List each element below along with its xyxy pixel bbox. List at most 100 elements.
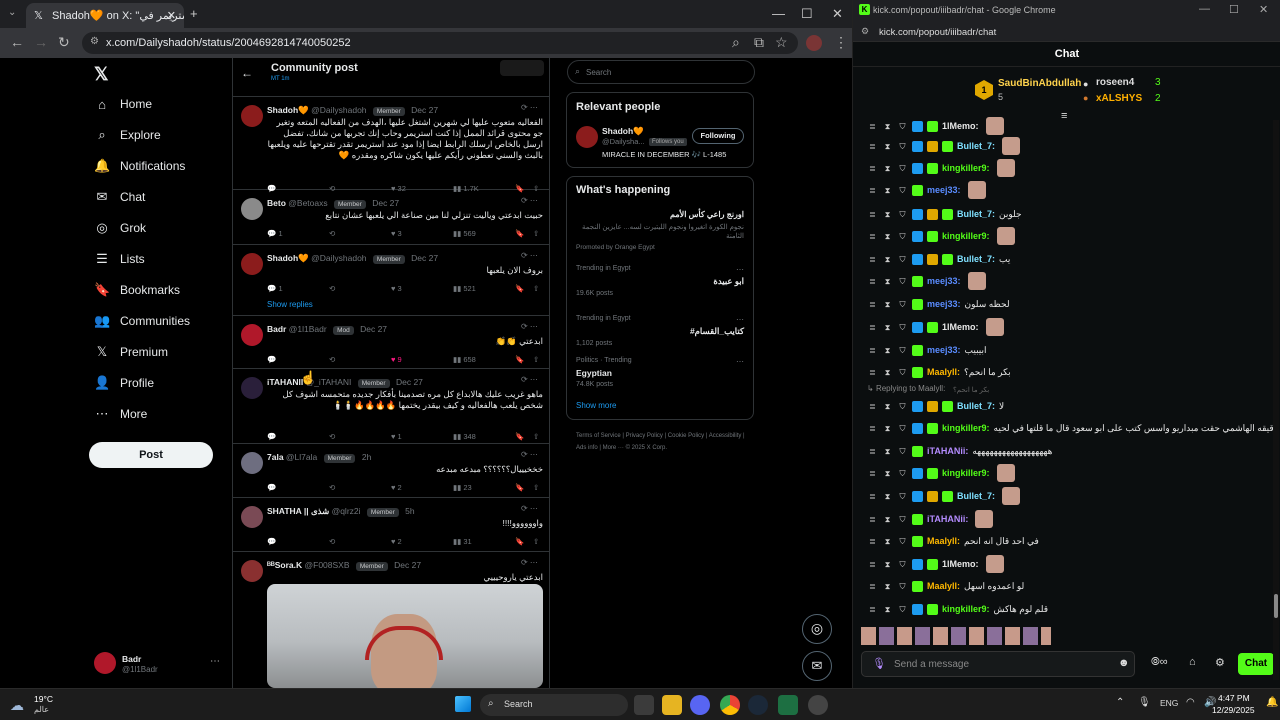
maximize-button[interactable]: ☐ <box>1229 3 1239 16</box>
reply-icon[interactable]: 💬 <box>267 355 276 364</box>
post-avatar[interactable] <box>241 198 263 220</box>
post-date[interactable]: Dec 27 <box>396 377 423 387</box>
minimize-button[interactable]: — <box>1199 3 1210 15</box>
bookmark-icon[interactable]: 🔖 <box>515 537 524 546</box>
star-icon[interactable]: ☆ <box>775 34 788 51</box>
share-icon[interactable]: ⇧ <box>533 284 539 293</box>
chat-scrollbar[interactable] <box>1273 120 1279 680</box>
post-author[interactable]: Shadoh🧡 <box>267 253 309 263</box>
timeout-icon[interactable]: ⧗ <box>882 163 893 174</box>
chat-username[interactable]: meej33: <box>927 345 961 355</box>
chat-message[interactable]: ≣ ⧗ ⛉ kingkiller9: <box>867 158 1015 178</box>
shield-icon[interactable]: ⛉ <box>897 604 908 615</box>
like-icon[interactable]: ♥ 9 <box>391 355 402 364</box>
timeout-icon[interactable]: ⧗ <box>882 299 893 310</box>
chat-message[interactable]: ≣ ⧗ ⛉ kingkiller9: <box>867 463 1015 483</box>
chat-message[interactable]: ≣ ⧗ ⛉ kingkiller9: <box>867 226 1015 246</box>
microphone-icon[interactable]: 🎙 <box>872 657 886 670</box>
nav-explore[interactable]: ⌕ Explore <box>94 123 160 147</box>
trend-item[interactable]: Politics · Trending ⋯ Egyptian 74.8K pos… <box>576 357 744 393</box>
nav-grok[interactable]: ◎ Grok <box>94 216 146 240</box>
pin-icon[interactable]: ≣ <box>867 491 878 502</box>
post-more-icon[interactable]: ⟳ ⋯ <box>521 322 538 331</box>
trend-more-icon[interactable]: ⋯ <box>736 265 744 274</box>
post-avatar[interactable] <box>241 377 263 399</box>
chat-username[interactable]: 1lMemo: <box>942 559 979 569</box>
message-input[interactable]: 🎙 Send a message ☻ <box>861 651 1135 677</box>
back-arrow-icon[interactable]: ← <box>241 66 253 80</box>
repost-icon[interactable]: ⟲ <box>329 355 335 364</box>
shield-icon[interactable]: ⛉ <box>897 446 908 457</box>
maximize-button[interactable]: ☐ <box>801 6 813 22</box>
nav-chat[interactable]: ✉ Chat <box>94 185 146 209</box>
post-date[interactable]: Dec 27 <box>360 324 387 334</box>
chat-username[interactable]: iTAHANii: <box>927 514 968 524</box>
post-card[interactable]: 7ala @Ll7ala Member 2h ⟳ ⋯ خخخيييال؟؟؟؟؟… <box>233 444 549 498</box>
reply-icon[interactable]: 💬 <box>267 483 276 492</box>
shield-icon[interactable]: ⛉ <box>897 231 908 242</box>
nav-home[interactable]: ⌂ Home <box>94 92 152 116</box>
tab-list-icon[interactable]: ⌄ <box>8 7 16 18</box>
taskbar-search[interactable]: ⌕ Search <box>480 694 628 716</box>
account-name[interactable]: Badr <box>122 654 141 664</box>
bookmark-icon[interactable]: 🔖 <box>515 432 524 441</box>
shield-icon[interactable]: ⛉ <box>897 322 908 333</box>
shield-icon[interactable]: ⛉ <box>897 401 908 412</box>
nav-notifications[interactable]: 🔔 Notifications <box>94 154 185 178</box>
post-avatar[interactable] <box>241 506 263 528</box>
chat-username[interactable]: kingkiller9: <box>942 468 990 478</box>
pin-icon[interactable]: ≣ <box>867 423 878 434</box>
task-view-icon[interactable] <box>634 695 654 715</box>
pin-icon[interactable]: ≣ <box>867 276 878 287</box>
timeout-icon[interactable]: ⧗ <box>882 345 893 356</box>
timeout-icon[interactable]: ⧗ <box>882 185 893 196</box>
footer-links[interactable]: Terms of Service | Privacy Policy | Cook… <box>576 430 756 454</box>
timeout-icon[interactable]: ⧗ <box>882 514 893 525</box>
shield-icon[interactable]: ⛉ <box>897 163 908 174</box>
file-explorer-icon[interactable] <box>662 695 682 715</box>
clock-time[interactable]: 4:47 PM <box>1218 693 1250 703</box>
chat-username[interactable]: Bullet_7: <box>957 209 995 219</box>
post-more-icon[interactable]: ⟳ ⋯ <box>521 375 538 384</box>
site-info-icon[interactable]: ⚙ <box>90 36 99 47</box>
chat-message[interactable]: ≣ ⧗ ⛉ Bullet_7: يب <box>867 249 1010 269</box>
pin-icon[interactable]: ≣ <box>867 559 878 570</box>
chat-username[interactable]: kingkiller9: <box>942 604 990 614</box>
post-author[interactable]: Shadoh🧡 <box>267 105 309 115</box>
post-date[interactable]: Dec 27 <box>372 198 399 208</box>
pin-icon[interactable]: ≣ <box>867 322 878 333</box>
video-thumbnail[interactable] <box>267 584 543 688</box>
shield-icon[interactable]: ⛉ <box>897 514 908 525</box>
trend-more-icon[interactable]: ⋯ <box>736 357 744 366</box>
post-card[interactable]: iTAHANII @_iTAHANI Member Dec 27 ⟳ ⋯ ماه… <box>233 369 549 444</box>
post-author[interactable]: iTAHANII <box>267 377 303 387</box>
chat-message[interactable]: ≣ ⧗ ⛉ kingkiller9: دقيقه الهاشمي حقت مبدار… <box>867 418 1278 438</box>
post-more-icon[interactable]: ⟳ ⋯ <box>521 251 538 260</box>
timeout-icon[interactable]: ⧗ <box>882 604 893 615</box>
post-avatar[interactable] <box>241 560 263 582</box>
pin-icon[interactable]: ≣ <box>867 367 878 378</box>
post-card[interactable]: Beto @Betoaxs Member Dec 27 ⟳ ⋯ حبيت ابد… <box>233 190 549 245</box>
person-avatar[interactable] <box>576 126 598 148</box>
post-author[interactable]: ᴮᴮSora.K <box>267 560 302 570</box>
post-author[interactable]: SHATHA || شذى <box>267 506 329 516</box>
share-icon[interactable]: ⇧ <box>533 537 539 546</box>
nav-profile[interactable]: 👤 Profile <box>94 371 154 395</box>
timeout-icon[interactable]: ⧗ <box>882 446 893 457</box>
chat-message[interactable]: ≣ ⧗ ⛉ Maalyll: في احد قال انه انحم <box>867 531 1039 551</box>
leader-2-name[interactable]: roseen4 <box>1096 77 1134 88</box>
reply-icon[interactable]: 💬 1 <box>267 229 283 238</box>
shield-icon[interactable]: ⛉ <box>897 121 908 132</box>
post-card[interactable]: Shadoh🧡 @Dailyshadoh Member Dec 27 ⟳ ⋯ ب… <box>233 245 549 316</box>
app-icon[interactable] <box>808 695 828 715</box>
share-icon[interactable]: ⇧ <box>533 483 539 492</box>
following-button[interactable]: Following <box>692 128 744 144</box>
chat-username[interactable]: meej33: <box>927 276 961 286</box>
chat-message[interactable]: ≣ ⧗ ⛉ 1lMemo: <box>867 554 1004 574</box>
trend-more-icon[interactable]: ⋯ <box>736 315 744 324</box>
search-input[interactable]: ⌕ Search <box>567 60 755 84</box>
pin-icon[interactable]: ≣ <box>867 536 878 547</box>
shield-icon[interactable]: ⛉ <box>897 367 908 378</box>
person-name[interactable]: Shadoh🧡 <box>602 126 644 137</box>
timeout-icon[interactable]: ⧗ <box>882 401 893 412</box>
